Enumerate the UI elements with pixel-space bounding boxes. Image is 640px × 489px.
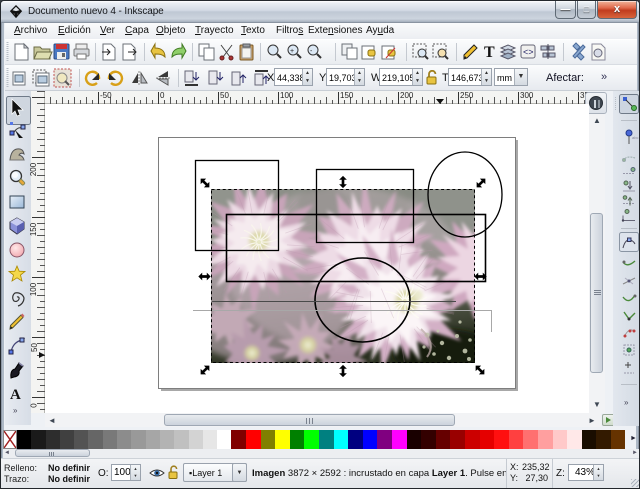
svg-text:»: »	[13, 406, 18, 415]
svg-text:+: +	[290, 48, 294, 55]
svg-text:<>: <>	[523, 47, 534, 57]
svg-text:abc: abc	[632, 135, 638, 140]
svg-text:»: »	[624, 398, 629, 407]
svg-text:A: A	[10, 387, 21, 403]
svg-text:T: T	[484, 44, 495, 61]
